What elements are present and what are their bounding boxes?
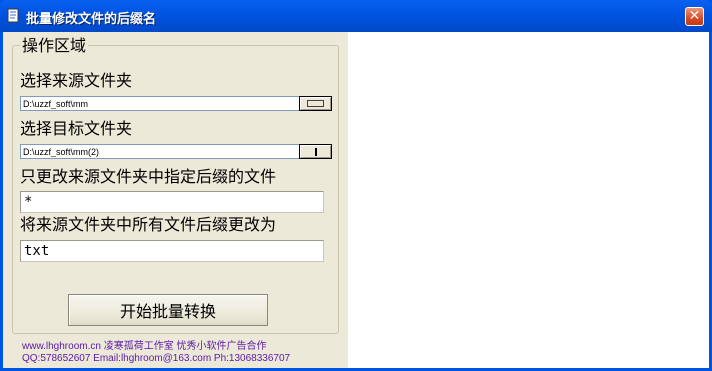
group-title: 操作区域 — [20, 36, 89, 55]
client-area: 操作区域 选择来源文件夹 选择目标文件夹 只更改来源文件夹中指定后缀的文件 将来… — [3, 32, 709, 368]
footer-contact: QQ:578652607 Email:lhghroom@163.com Ph:1… — [22, 353, 291, 364]
source-folder-label: 选择来源文件夹 — [20, 71, 133, 90]
title-bar[interactable]: 批量修改文件的后缀名 ✕ — [0, 0, 712, 32]
footer-website: www.lhghroom.cn 凌寒孤荷工作室 忧秀小软件广告合作 — [22, 341, 267, 352]
new-suffix-input[interactable] — [20, 240, 324, 262]
browse-icon — [307, 100, 324, 107]
window-border-left — [0, 32, 3, 371]
source-browse-button[interactable] — [299, 96, 332, 111]
filter-suffix-input[interactable] — [20, 191, 324, 213]
control-panel: 操作区域 选择来源文件夹 选择目标文件夹 只更改来源文件夹中指定后缀的文件 将来… — [3, 32, 348, 368]
window-title: 批量修改文件的后缀名 — [26, 12, 157, 27]
new-suffix-label: 将来源文件夹中所有文件后缀更改为 — [20, 215, 277, 234]
target-folder-input[interactable] — [20, 144, 300, 159]
close-button[interactable]: ✕ — [685, 7, 704, 26]
output-pane — [348, 32, 709, 368]
target-browse-button[interactable] — [299, 144, 332, 159]
app-window: 批量修改文件的后缀名 ✕ 操作区域 选择来源文件夹 选择目标文件夹 只更改来源文… — [0, 0, 712, 371]
target-folder-label: 选择目标文件夹 — [20, 119, 133, 138]
start-convert-button[interactable]: 开始批量转换 — [68, 294, 268, 326]
browse-icon — [315, 148, 317, 156]
filter-suffix-label: 只更改来源文件夹中指定后缀的文件 — [20, 167, 277, 186]
source-folder-input[interactable] — [20, 96, 300, 111]
app-icon — [7, 8, 19, 23]
